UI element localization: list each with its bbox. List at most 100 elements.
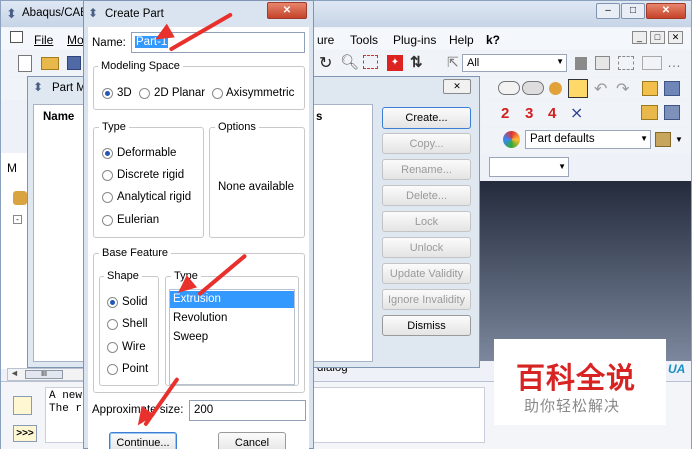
hidden-line-icon[interactable]: [522, 81, 544, 95]
menu-plugins[interactable]: Plug-ins: [393, 33, 436, 47]
child-close-button[interactable]: ✕: [668, 31, 683, 44]
part-defaults-combo[interactable]: Part defaults ▼: [525, 130, 651, 149]
radio-discrete-rigid[interactable]: [102, 170, 113, 181]
drag-select-icon[interactable]: [642, 56, 662, 70]
type-analytical-rigid-label[interactable]: Analytical rigid: [117, 191, 191, 203]
new-file-icon[interactable]: [18, 55, 32, 72]
option-3d-label[interactable]: 3D: [117, 87, 132, 99]
ignore-invalidity-button[interactable]: Ignore Invalidity: [382, 289, 471, 310]
type-eulerian-label[interactable]: Eulerian: [117, 214, 159, 226]
menu-tools[interactable]: Tools: [350, 33, 378, 47]
menu-file[interactable]: File: [34, 33, 53, 47]
chevron-down-icon[interactable]: ▼: [675, 135, 683, 144]
selection-options-icon[interactable]: [575, 57, 587, 70]
view-number-2[interactable]: 2: [501, 105, 509, 122]
redo-icon[interactable]: ↷: [616, 79, 629, 99]
option-axisymmetric-label[interactable]: Axisymmetric: [226, 87, 294, 99]
dismiss-button[interactable]: Dismiss: [382, 315, 471, 336]
radio-eulerian[interactable]: [102, 215, 113, 226]
unlock-part-label: Unlock: [409, 242, 444, 254]
continue-button[interactable]: Continue...: [109, 432, 177, 449]
radio-solid[interactable]: [107, 297, 118, 308]
color-palette-icon[interactable]: [503, 131, 520, 148]
view-number-3[interactable]: 3: [525, 105, 533, 122]
child-restore-button[interactable]: □: [650, 31, 665, 44]
selection-filter-combo[interactable]: All ▼: [462, 54, 567, 72]
select-arrow-icon[interactable]: ⇱: [447, 54, 459, 71]
shape-point-label[interactable]: Point: [122, 363, 148, 375]
cycle-views-icon[interactable]: ⇅: [410, 53, 423, 71]
close-window-button[interactable]: ✕: [646, 3, 686, 19]
modeling-space-label: Modeling Space: [98, 60, 183, 72]
cancel-button[interactable]: Cancel: [218, 432, 286, 449]
tree-view-icon[interactable]: [664, 81, 680, 96]
menu-help[interactable]: Help: [449, 33, 474, 47]
unlock-part-button[interactable]: Unlock: [382, 237, 471, 258]
rename-part-button[interactable]: Rename...: [382, 159, 471, 180]
part-manager-close-button[interactable]: ✕: [443, 79, 471, 94]
rotate-icon[interactable]: ↻: [319, 53, 332, 73]
lock-part-button[interactable]: Lock: [382, 211, 471, 232]
radio-2d-planar[interactable]: [139, 88, 150, 99]
message-icon[interactable]: [13, 396, 32, 415]
layout-icon[interactable]: [641, 105, 658, 120]
side-tab-label[interactable]: M: [7, 161, 17, 175]
continue-label: Continue...: [116, 437, 170, 449]
save-icon[interactable]: [67, 56, 81, 70]
part-list-column-status[interactable]: s: [316, 111, 322, 123]
menu-whats-this[interactable]: k?: [486, 33, 500, 47]
minimize-button[interactable]: –: [596, 3, 620, 19]
auto-fit-icon[interactable]: ✦: [387, 55, 403, 71]
shape-shell-label[interactable]: Shell: [122, 318, 148, 330]
menu-module[interactable]: Mo: [67, 33, 84, 47]
name-label: Name:: [92, 37, 126, 49]
child-minimize-button[interactable]: _: [632, 31, 647, 44]
toolbar-overflow-icon[interactable]: …: [667, 54, 681, 70]
feature-type-sweep[interactable]: Sweep: [173, 331, 208, 343]
radio-deformable[interactable]: [102, 148, 113, 159]
approx-size-input[interactable]: 200: [189, 400, 306, 421]
shape-wire-label[interactable]: Wire: [122, 341, 146, 353]
query-icon[interactable]: [595, 56, 610, 70]
approx-size-value: 200: [194, 404, 214, 416]
python-prompt-button[interactable]: >>>: [13, 425, 37, 442]
render-style-icon[interactable]: [498, 81, 520, 95]
radio-3d[interactable]: [102, 88, 113, 99]
scroll-left-icon[interactable]: ◄: [10, 368, 19, 378]
radio-axisymmetric[interactable]: [212, 88, 223, 99]
radio-analytical-rigid[interactable]: [102, 192, 113, 203]
option-2d-planar-label[interactable]: 2D Planar: [154, 87, 205, 99]
grid-icon[interactable]: [664, 105, 680, 120]
copy-part-button[interactable]: Copy...: [382, 133, 471, 154]
create-part-button[interactable]: Create...: [382, 107, 471, 129]
display-group-icon[interactable]: [642, 81, 658, 96]
context-combo[interactable]: ▼: [489, 157, 569, 177]
undo-icon[interactable]: ↶: [594, 79, 607, 99]
radio-wire[interactable]: [107, 342, 118, 353]
shaded-icon[interactable]: [549, 82, 562, 95]
zoom-icon[interactable]: 🔍︎: [340, 53, 359, 71]
maximize-button[interactable]: □: [621, 3, 645, 19]
box-zoom-icon[interactable]: [363, 55, 378, 69]
feature-type-revolution[interactable]: Revolution: [173, 312, 227, 324]
tree-collapse-icon[interactable]: -: [13, 215, 22, 224]
box-select-icon[interactable]: [618, 56, 634, 70]
view-number-4[interactable]: 4: [548, 105, 556, 122]
scroll-thumb[interactable]: III: [25, 370, 63, 379]
radio-shell[interactable]: [107, 319, 118, 330]
type-discrete-rigid-label[interactable]: Discrete rigid: [117, 169, 184, 181]
part-list-column-name[interactable]: Name: [43, 111, 74, 123]
create-part-close-button[interactable]: ✕: [267, 2, 307, 19]
type-deformable-label[interactable]: Deformable: [117, 147, 176, 159]
display-options-icon[interactable]: [655, 132, 671, 147]
open-folder-icon[interactable]: [41, 57, 59, 70]
triad-icon[interactable]: ⨯: [570, 103, 583, 123]
menu-feature[interactable]: ure: [317, 33, 334, 47]
update-validity-button[interactable]: Update Validity: [382, 263, 471, 284]
perspective-icon[interactable]: [568, 79, 588, 98]
delete-part-button[interactable]: Delete...: [382, 185, 471, 206]
window-menu-icon[interactable]: [10, 31, 23, 43]
shape-solid-label[interactable]: Solid: [122, 296, 148, 308]
radio-point[interactable]: [107, 364, 118, 375]
viewport[interactable]: [479, 181, 691, 361]
